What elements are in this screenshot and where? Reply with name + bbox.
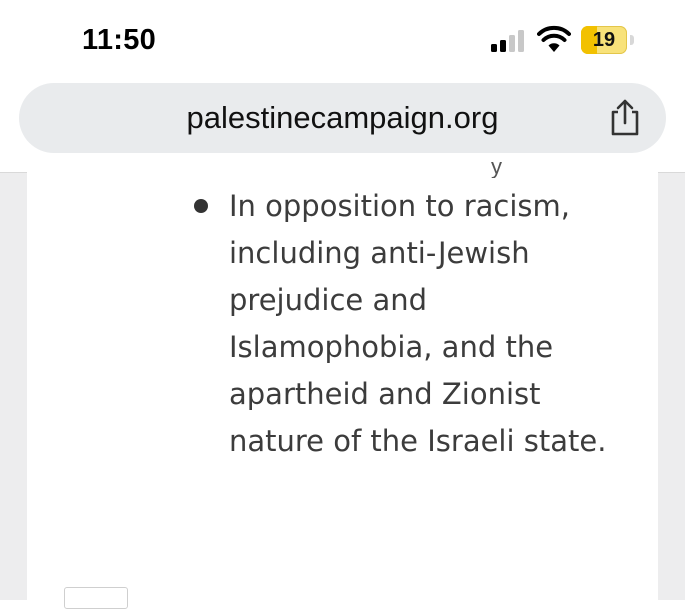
address-bar[interactable]: palestinecampaign.org: [19, 83, 666, 153]
bullet-list-item: In opposition to racism, including anti-…: [229, 183, 629, 465]
share-icon[interactable]: [607, 98, 643, 138]
clipped-text-fragment: y: [488, 158, 508, 178]
status-bar: 11:50 19: [0, 0, 685, 80]
status-time: 11:50: [82, 24, 157, 56]
bullet-line: nature of the Israeli state.: [229, 424, 607, 458]
cellular-signal-icon: [491, 30, 527, 52]
bullet-line: including anti-Jewish: [229, 236, 530, 270]
wifi-icon: [537, 25, 571, 52]
partial-box: [64, 587, 128, 609]
clipped-text-char: y: [491, 158, 502, 178]
battery-level: 19: [592, 29, 616, 51]
url-text[interactable]: palestinecampaign.org: [19, 83, 666, 153]
battery-tip: [630, 35, 634, 45]
battery-indicator: 19: [581, 26, 627, 54]
bullet-point: [194, 199, 208, 213]
bullet-line: apartheid and Zionist: [229, 377, 541, 411]
bullet-line: prejudice and: [229, 283, 428, 317]
bullet-line: Islamophobia, and the: [229, 330, 554, 364]
bullet-line: In opposition to racism,: [229, 189, 570, 223]
